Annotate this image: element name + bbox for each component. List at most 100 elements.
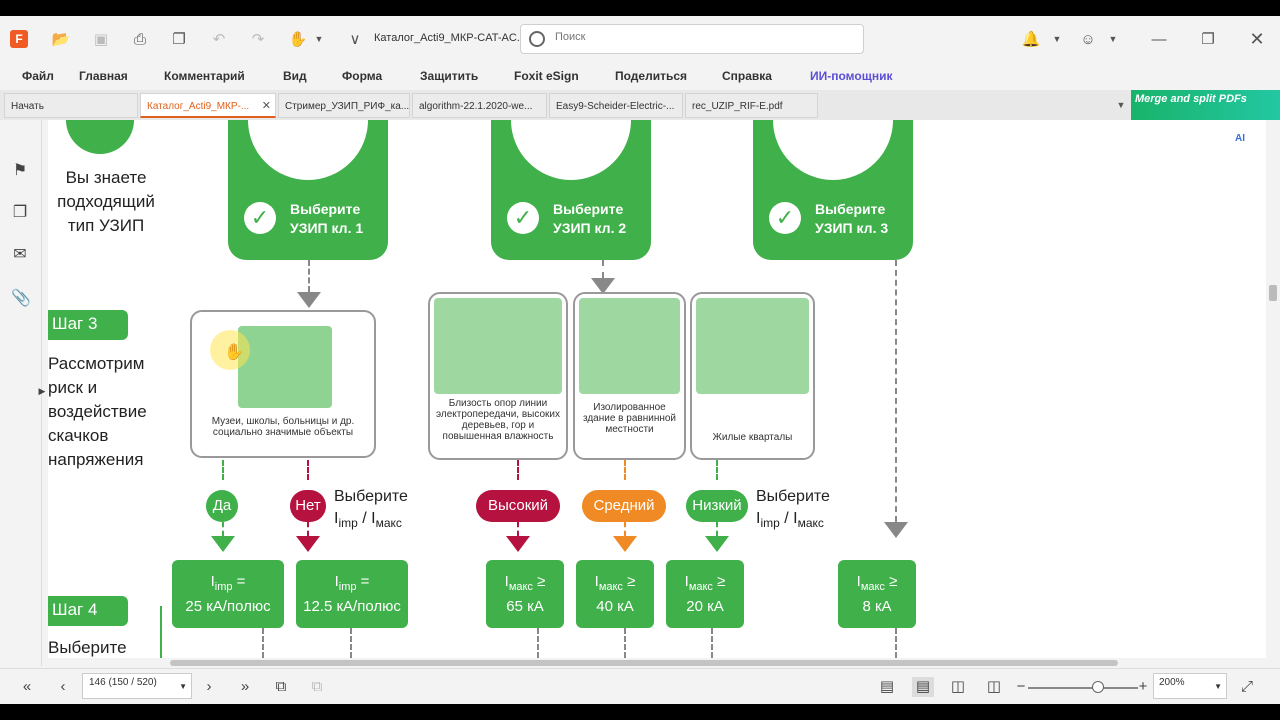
menu-share[interactable]: Поделиться xyxy=(615,69,687,83)
menu-help[interactable]: Справка xyxy=(722,69,772,83)
pill-medium: Средний xyxy=(582,490,666,522)
scrollbar-thumb[interactable] xyxy=(1269,285,1277,301)
next-page-icon[interactable]: › xyxy=(198,677,220,697)
fullscreen-icon[interactable]: ⤢ xyxy=(1236,677,1258,697)
close-icon[interactable]: ✕ xyxy=(1244,26,1270,52)
connector-line xyxy=(517,460,519,480)
menu-esign[interactable]: Foxit eSign xyxy=(514,69,579,83)
page-number-input[interactable]: 146 (150 / 520) ▼ xyxy=(82,673,192,699)
zoom-slider[interactable] xyxy=(1028,687,1138,689)
attachment-icon[interactable]: 📎 xyxy=(11,288,31,307)
zoom-level-input[interactable]: 200% ▼ xyxy=(1153,673,1227,699)
menu-file[interactable]: Файл xyxy=(22,69,54,83)
ai-assistant-icon[interactable]: AI xyxy=(1224,124,1256,154)
formula-subscript: imp xyxy=(760,516,780,531)
print-icon[interactable]: ⎙ xyxy=(127,26,153,52)
sidebar-expand-icon[interactable]: ▶ xyxy=(38,386,46,404)
tab-label: rec_UZIP_RIF-E.pdf xyxy=(692,101,783,112)
connector-line xyxy=(602,260,604,278)
pages-icon[interactable]: ❐ xyxy=(11,202,29,221)
result-formula: Iмакс ≥ xyxy=(838,572,916,597)
tab-bar: Начать Каталог_Acti9_МКР-... ✕ Стример_УЗ… xyxy=(0,90,1280,120)
zoom-in-icon[interactable]: + xyxy=(1132,677,1154,697)
box-caption: Изолированное здание в равнинной местнос… xyxy=(582,402,677,435)
restore-icon[interactable]: ❐ xyxy=(1195,26,1221,52)
search-input[interactable] xyxy=(555,31,845,43)
merge-split-banner[interactable]: Merge and split PDFs xyxy=(1131,90,1280,120)
tab-label: algorithm-22.1.2020-we... xyxy=(419,101,533,112)
public-buildings-box: Музеи, школы, больницы и др. социально з… xyxy=(190,310,376,458)
document-title: Каталог_Acti9_МКР-CAT-AC... xyxy=(374,32,526,44)
first-page-icon[interactable]: « xyxy=(16,677,38,697)
connector-line xyxy=(222,460,224,480)
hand-tool-dropdown-icon[interactable]: ▼ xyxy=(306,26,332,52)
menu-comment[interactable]: Комментарий xyxy=(164,69,245,83)
result-value: 25 кА/полюс xyxy=(185,598,271,615)
page-dropdown-icon[interactable]: ▼ xyxy=(179,682,187,691)
connector-line xyxy=(711,628,713,658)
bell-dropdown-icon[interactable]: ▼ xyxy=(1044,26,1070,52)
arrow-down-icon xyxy=(613,536,637,552)
formula-subscript: imp xyxy=(338,581,357,593)
card-line: Выберите xyxy=(553,201,624,217)
open-folder-icon[interactable]: 📂 xyxy=(48,26,74,52)
mountains-illustration xyxy=(434,298,562,394)
zoom-dropdown-icon[interactable]: ▼ xyxy=(1214,682,1222,691)
card-line: УЗИП кл. 1 xyxy=(290,220,364,236)
copy-icon[interactable]: ❐ xyxy=(166,26,192,52)
zoom-slider-knob[interactable] xyxy=(1092,681,1104,693)
prev-page-icon[interactable]: ‹ xyxy=(52,677,74,697)
continuous-page-icon[interactable]: ▤ xyxy=(912,677,934,697)
pill-yes: Да xyxy=(206,490,238,522)
formula-operator: ≥ xyxy=(884,573,898,590)
box-caption: Жилые кварталы xyxy=(712,432,793,443)
tab-easy9[interactable]: Easy9-Scheider-Electric-... xyxy=(549,93,683,118)
save-icon[interactable]: ▣ xyxy=(88,26,114,52)
menu-form[interactable]: Форма xyxy=(342,69,382,83)
redo-icon[interactable]: ↷ xyxy=(245,26,271,52)
quick-access-dropdown-icon[interactable]: ∨ xyxy=(342,26,368,52)
connector-line xyxy=(262,628,264,658)
tab-streamer[interactable]: Стример_УЗИП_РИФ_ка... xyxy=(278,93,410,118)
vertical-scrollbar[interactable] xyxy=(1266,120,1280,666)
menu-home[interactable]: Главная xyxy=(79,69,128,83)
menu-protect[interactable]: Защитить xyxy=(420,69,478,83)
foxit-logo-icon[interactable]: F xyxy=(10,30,28,48)
facing-page-icon[interactable]: ◫ xyxy=(947,677,969,697)
undo-icon[interactable]: ↶ xyxy=(206,26,232,52)
uzip-device-image xyxy=(773,120,893,180)
tab-algorithm[interactable]: algorithm-22.1.2020-we... xyxy=(412,93,547,118)
tab-catalog-acti9[interactable]: Каталог_Acti9_МКР-... ✕ xyxy=(140,93,276,118)
scrollbar-thumb[interactable] xyxy=(170,660,1118,666)
result-box: Iimp = 25 кА/полюс xyxy=(172,560,284,628)
last-page-icon[interactable]: » xyxy=(234,677,256,697)
result-value: 8 кА xyxy=(862,598,892,615)
result-value: 20 кА xyxy=(686,598,724,615)
account-dropdown-icon[interactable]: ▼ xyxy=(1100,26,1126,52)
search-box[interactable] xyxy=(520,24,864,54)
formula-subscript: макс xyxy=(797,516,824,531)
menu-ai-assistant[interactable]: ИИ-помощник xyxy=(810,69,892,83)
minimize-icon[interactable]: — xyxy=(1146,26,1172,52)
step3-line: напряжения xyxy=(48,450,144,469)
view-toggle-icon[interactable]: ⧉ xyxy=(306,677,328,697)
step3-line: воздействие xyxy=(48,402,147,421)
choose-line: Выберите xyxy=(756,488,830,505)
bell-icon[interactable]: 🔔 xyxy=(1018,26,1044,52)
checkmark-icon: ✓ xyxy=(769,202,801,234)
formula-separator: / xyxy=(357,510,372,527)
horizontal-scrollbar[interactable] xyxy=(48,658,1266,668)
tab-start[interactable]: Начать xyxy=(4,93,138,118)
continuous-facing-icon[interactable]: ◫ xyxy=(983,677,1005,697)
tab-close-icon[interactable]: ✕ xyxy=(262,99,271,112)
single-page-icon[interactable]: ▤ xyxy=(876,677,898,697)
rotate-page-icon[interactable]: ⧉ xyxy=(270,677,292,697)
menu-view[interactable]: Вид xyxy=(283,69,307,83)
comments-icon[interactable]: ✉ xyxy=(11,244,29,263)
step3-tag: Шаг 3 xyxy=(48,310,128,340)
account-icon[interactable]: ☺ xyxy=(1075,26,1101,52)
choose-label-2: Выберите Iimp / Iмакс xyxy=(756,486,830,534)
step3-line: скачков xyxy=(48,426,109,445)
tab-rec-uzip[interactable]: rec_UZIP_RIF-E.pdf xyxy=(685,93,818,118)
bookmark-icon[interactable]: ⚑ xyxy=(11,160,29,179)
